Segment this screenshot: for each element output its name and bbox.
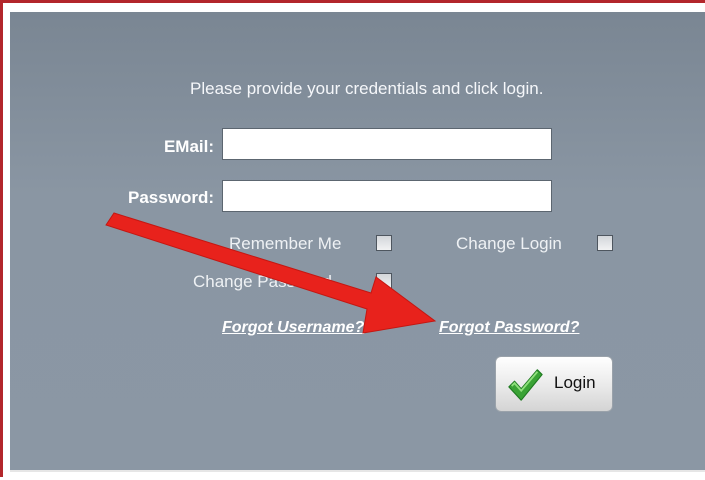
login-button-label: Login xyxy=(554,373,596,392)
password-field[interactable] xyxy=(222,180,552,212)
change-login-checkbox[interactable] xyxy=(597,235,613,251)
change-password-checkbox[interactable] xyxy=(376,273,392,289)
login-window-frame: Please provide your credentials and clic… xyxy=(0,0,705,477)
remember-me-label: Remember Me xyxy=(229,234,342,253)
forgot-username-link[interactable]: Forgot Username? xyxy=(222,319,364,337)
email-label: EMail: xyxy=(163,137,214,156)
instruction-text: Please provide your credentials and clic… xyxy=(190,79,544,98)
password-label: Password: xyxy=(128,188,214,207)
checkmark-icon xyxy=(508,369,543,401)
forgot-password-link[interactable]: Forgot Password? xyxy=(439,319,579,337)
remember-me-checkbox[interactable] xyxy=(376,235,392,251)
email-field[interactable] xyxy=(222,128,552,160)
change-password-label: Change Password xyxy=(193,272,332,291)
change-login-label: Change Login xyxy=(456,234,562,253)
login-button[interactable]: Login xyxy=(495,356,613,412)
